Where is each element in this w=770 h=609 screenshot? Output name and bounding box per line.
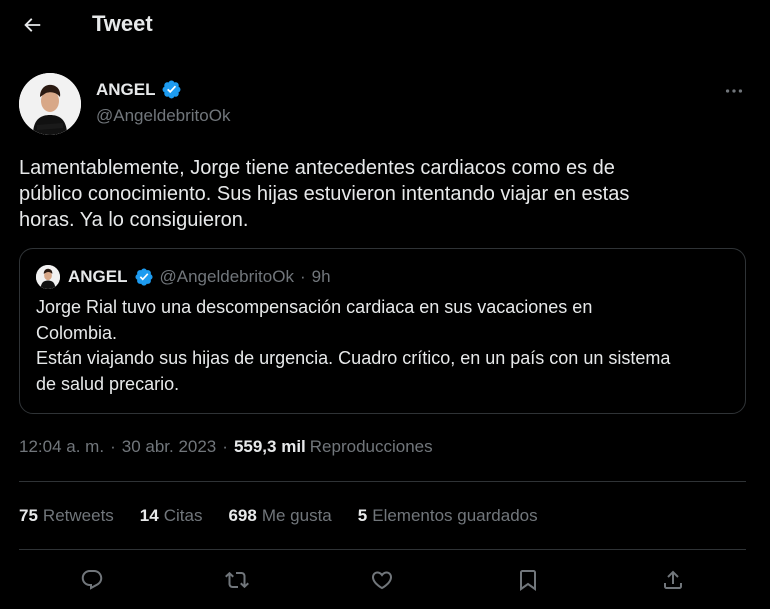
retweets-stat[interactable]: 75 Retweets xyxy=(19,506,114,526)
quoted-separator: · xyxy=(299,267,306,286)
views-label: Reproducciones xyxy=(309,437,433,456)
avatar-image xyxy=(19,73,81,135)
quotes-count: 14 xyxy=(139,506,159,525)
bookmark-button[interactable] xyxy=(510,562,546,598)
retweets-count: 75 xyxy=(19,506,38,525)
quoted-tweet-header: ANGEL @AngeldebritoOk · 9h xyxy=(36,265,331,289)
quotes-label: Citas xyxy=(163,506,203,525)
likes-stat[interactable]: 698 Me gusta xyxy=(228,506,331,526)
bookmarks-count: 5 xyxy=(357,506,368,525)
likes-label: Me gusta xyxy=(261,506,332,525)
share-button[interactable] xyxy=(655,562,691,598)
quoted-tweet-text: Jorge Rial tuvo una descompensación card… xyxy=(36,297,671,394)
tweet-time[interactable]: 12:04 a. m. xyxy=(19,437,104,457)
author-handle[interactable]: @AngeldebritoOk xyxy=(96,106,230,126)
views-count: 559,3 mil xyxy=(233,437,306,456)
bookmark-icon xyxy=(520,570,536,591)
reply-icon xyxy=(81,570,103,590)
arrow-left-icon xyxy=(24,18,41,32)
likes-count: 698 xyxy=(228,506,257,525)
tweet-text: Lamentablemente, Jorge tiene antecedente… xyxy=(19,157,630,231)
tweet-date[interactable]: 30 abr. 2023 xyxy=(122,437,217,457)
bookmarks-label: Elementos guardados xyxy=(372,506,538,525)
divider xyxy=(19,549,746,550)
verified-badge-icon xyxy=(134,268,153,286)
back-button[interactable] xyxy=(14,7,50,43)
verified-badge-icon xyxy=(162,80,180,99)
more-horizontal-icon xyxy=(725,89,743,93)
tweet-page: Tweet ANGEL @AngeldebritoOk Lamentableme… xyxy=(0,0,770,609)
author-avatar[interactable] xyxy=(19,73,81,135)
top-bar: Tweet xyxy=(0,0,770,50)
author-name[interactable]: ANGEL xyxy=(96,80,156,100)
retweet-button[interactable] xyxy=(219,562,255,598)
heart-icon xyxy=(371,571,393,590)
like-button[interactable] xyxy=(364,562,400,598)
tweet-meta: 12:04 a. m. · 30 abr. 2023 · 559,3 mil R… xyxy=(19,437,433,457)
divider xyxy=(19,481,746,482)
quoted-author-avatar xyxy=(36,265,60,289)
meta-separator: · xyxy=(222,437,228,456)
more-options-button[interactable] xyxy=(716,78,752,104)
author-name-row: ANGEL xyxy=(96,79,182,100)
retweet-icon xyxy=(225,571,249,589)
quoted-avatar-image xyxy=(36,265,60,289)
quoted-author-handle: @AngeldebritoOk xyxy=(159,267,294,286)
share-icon xyxy=(664,570,682,589)
engagement-stats: 75 Retweets 14 Citas 698 Me gusta 5 Elem… xyxy=(19,506,564,526)
quoted-author-name: ANGEL xyxy=(68,267,128,286)
quoted-tweet[interactable]: ANGEL @AngeldebritoOk · 9h Jorge Rial tu… xyxy=(19,248,746,414)
meta-separator: · xyxy=(110,437,116,456)
retweets-label: Retweets xyxy=(42,506,114,525)
quotes-stat[interactable]: 14 Citas xyxy=(140,506,203,526)
quoted-timestamp[interactable]: 9h xyxy=(312,267,331,287)
page-title: Tweet xyxy=(92,11,153,36)
reply-button[interactable] xyxy=(74,562,110,598)
bookmarks-stat[interactable]: 5 Elementos guardados xyxy=(358,506,538,526)
